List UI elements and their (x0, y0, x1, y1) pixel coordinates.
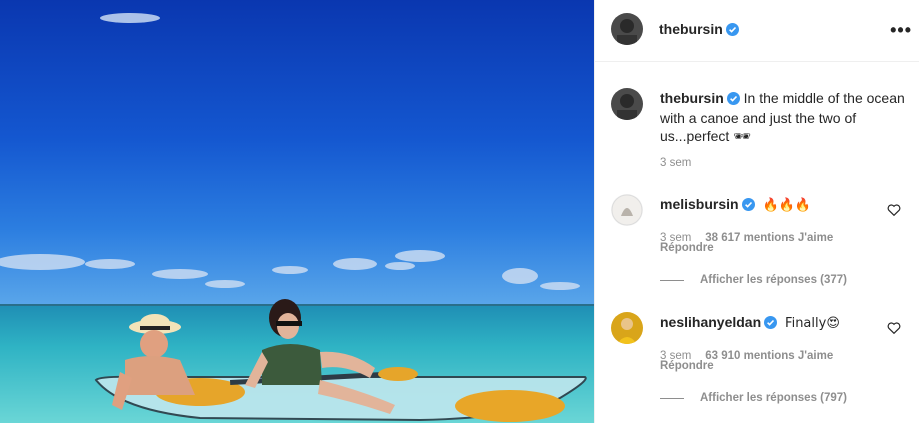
verified-badge-icon (725, 23, 739, 39)
instagram-post-modal: thebursin ••• thebursin In the middle of… (0, 0, 919, 423)
divider-line (660, 279, 684, 281)
comment-likes[interactable]: 38 617 mentions J'aime (705, 232, 833, 244)
verified-badge-icon (726, 91, 740, 109)
reply-button[interactable]: Répondre (660, 242, 714, 254)
author-username[interactable]: thebursin (659, 21, 723, 37)
divider-line (660, 397, 684, 399)
view-replies-label: Afficher les réponses (797) (700, 392, 848, 404)
header-author: thebursin (659, 21, 739, 39)
post-image (0, 0, 594, 423)
heart-icon[interactable] (887, 203, 901, 217)
verified-badge-icon (741, 198, 755, 214)
post-caption: thebursin In the middle of the ocean wit… (660, 89, 910, 145)
comment-avatar[interactable] (611, 194, 643, 226)
post-header: thebursin ••• (595, 0, 919, 62)
caption-username[interactable]: thebursin (660, 90, 724, 106)
comment-1-body: melisbursin 🔥🔥🔥 (660, 196, 811, 214)
view-replies-button[interactable]: Afficher les réponses (377) (660, 274, 847, 286)
comment-likes[interactable]: 63 910 mentions J'aime (705, 350, 833, 362)
caption-author-avatar[interactable] (611, 88, 643, 120)
post-photo[interactable] (0, 0, 594, 423)
reply-button[interactable]: Répondre (660, 360, 714, 372)
post-side-panel: thebursin ••• thebursin In the middle of… (594, 0, 919, 423)
comment-username[interactable]: neslihanyeldan (660, 314, 761, 330)
comment-text: Finally😍 (785, 316, 840, 331)
heart-icon[interactable] (887, 321, 901, 335)
comment-2-body: neslihanyeldan Finally😍 (660, 314, 840, 332)
comment-text: 🔥🔥🔥 (762, 198, 812, 213)
view-replies-button[interactable]: Afficher les réponses (797) (660, 392, 847, 404)
more-options-icon[interactable]: ••• (890, 20, 912, 41)
comment-avatar[interactable] (611, 312, 643, 344)
view-replies-label: Afficher les réponses (377) (700, 274, 848, 286)
post-timestamp[interactable]: 3 sem (660, 157, 691, 169)
verified-badge-icon (764, 316, 778, 332)
author-avatar[interactable] (611, 13, 643, 45)
comment-username[interactable]: melisbursin (660, 196, 739, 212)
